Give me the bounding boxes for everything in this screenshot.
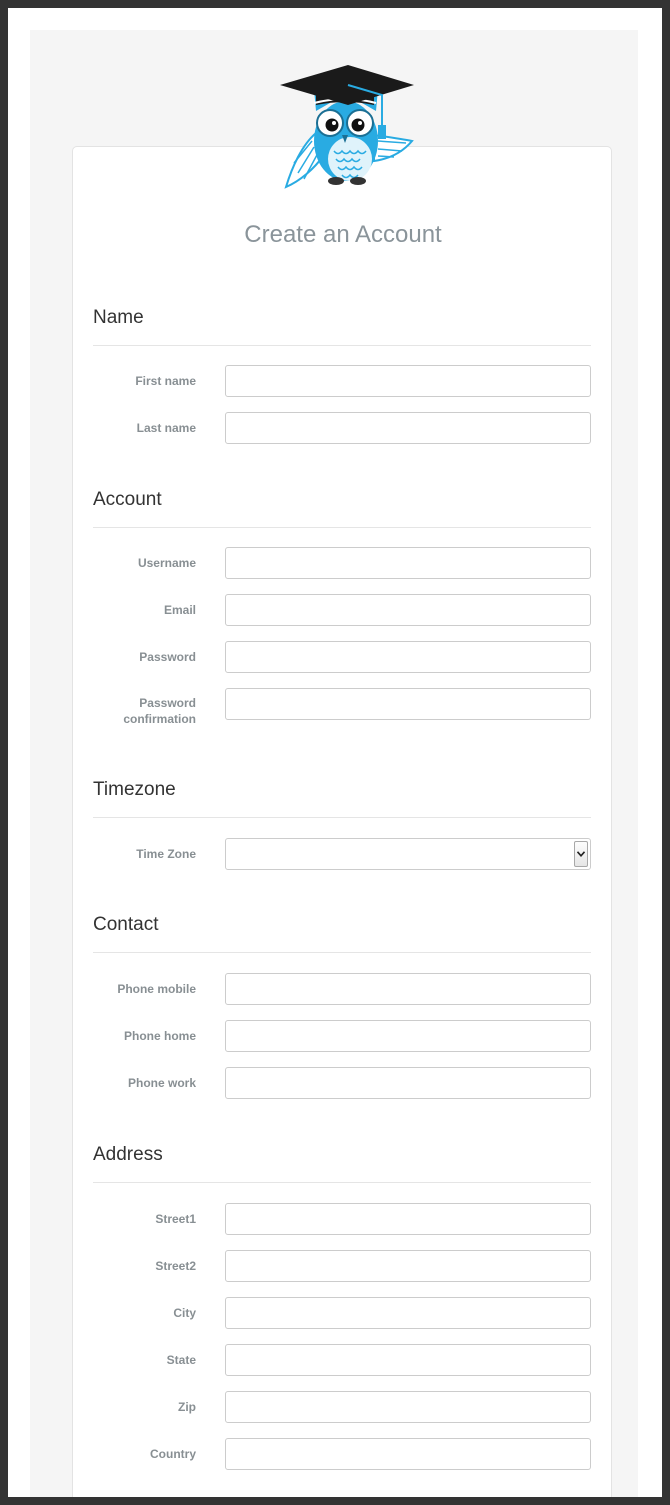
street1-label: Street1 [155,1212,196,1226]
phone-home-label: Phone home [123,1029,196,1043]
last-name-label: Last name [136,421,196,435]
first-name-input[interactable] [225,365,591,397]
country-label: Country [150,1447,196,1461]
section-title-address: Address [93,1144,163,1165]
username-input[interactable] [225,547,591,579]
country-input[interactable] [225,1438,591,1470]
password-confirmation-input[interactable] [225,688,591,720]
phone-mobile-label: Phone mobile [117,982,196,996]
last-name-input[interactable] [225,412,591,444]
zip-input[interactable] [225,1391,591,1423]
section-divider [93,345,591,346]
password-confirmation-label-line1: Password [139,696,196,710]
section-divider [93,527,591,528]
street1-input[interactable] [225,1203,591,1235]
section-divider [93,817,591,818]
street2-input[interactable] [225,1250,591,1282]
signup-form-card: Create an Account Name First name Last n… [72,146,612,1497]
phone-work-label: Phone work [127,1076,196,1090]
section-title-timezone: Timezone [93,779,176,800]
graduation-owl-icon [278,55,416,193]
city-input[interactable] [225,1297,591,1329]
password-label: Password [139,650,196,664]
state-label: State [166,1353,196,1367]
time-zone-label: Time Zone [136,847,196,861]
password-input[interactable] [225,641,591,673]
phone-mobile-input[interactable] [225,973,591,1005]
city-label: City [173,1306,196,1320]
phone-home-input[interactable] [225,1020,591,1052]
section-title-account: Account [93,489,162,510]
phone-work-input[interactable] [225,1067,591,1099]
time-zone-select[interactable] [225,838,591,870]
section-divider [93,1182,591,1183]
zip-label: Zip [178,1400,196,1414]
password-confirmation-label-line2: confirmation [123,712,196,726]
password-confirmation-label: Password confirmation [93,695,196,727]
email-label: Email [163,603,196,617]
browser-viewport: Create an Account Name First name Last n… [8,8,662,1497]
section-divider [93,952,591,953]
page-title: Create an Account [244,221,442,248]
street2-label: Street2 [155,1259,196,1273]
email-input[interactable] [225,594,591,626]
chevron-down-icon[interactable] [574,841,588,867]
first-name-label: First name [135,374,196,388]
state-input[interactable] [225,1344,591,1376]
username-label: Username [137,556,196,570]
section-title-name: Name [93,307,144,328]
section-title-contact: Contact [93,914,159,935]
